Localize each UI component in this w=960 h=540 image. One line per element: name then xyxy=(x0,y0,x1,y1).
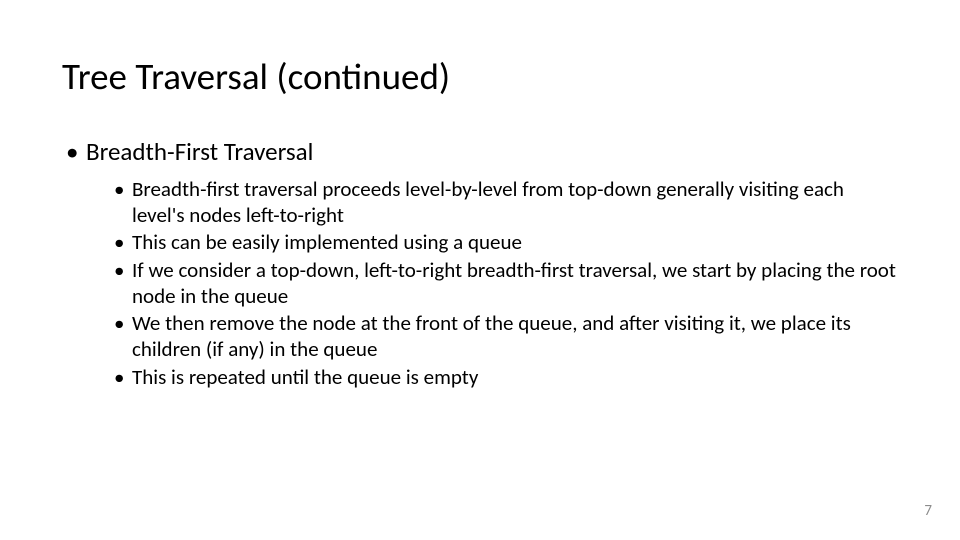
sub-bullets: Breadth-first traversal proceeds level-b… xyxy=(62,177,900,390)
sub-bullet: Breadth-first traversal proceeds level-b… xyxy=(112,177,900,228)
sub-bullet: This is repeated until the queue is empt… xyxy=(112,365,900,391)
sub-bullet: This can be easily implemented using a q… xyxy=(112,230,900,256)
slide-content: Breadth-First Traversal Breadth-first tr… xyxy=(62,136,900,392)
slide: Tree Traversal (continued) Breadth-First… xyxy=(0,0,960,540)
sub-bullet: If we consider a top-down, left-to-right… xyxy=(112,258,900,309)
slide-title: Tree Traversal (continued) xyxy=(62,54,450,99)
bullet-heading: Breadth-First Traversal xyxy=(62,136,900,167)
sub-bullet: We then remove the node at the front of … xyxy=(112,311,900,362)
page-number: 7 xyxy=(924,502,932,520)
